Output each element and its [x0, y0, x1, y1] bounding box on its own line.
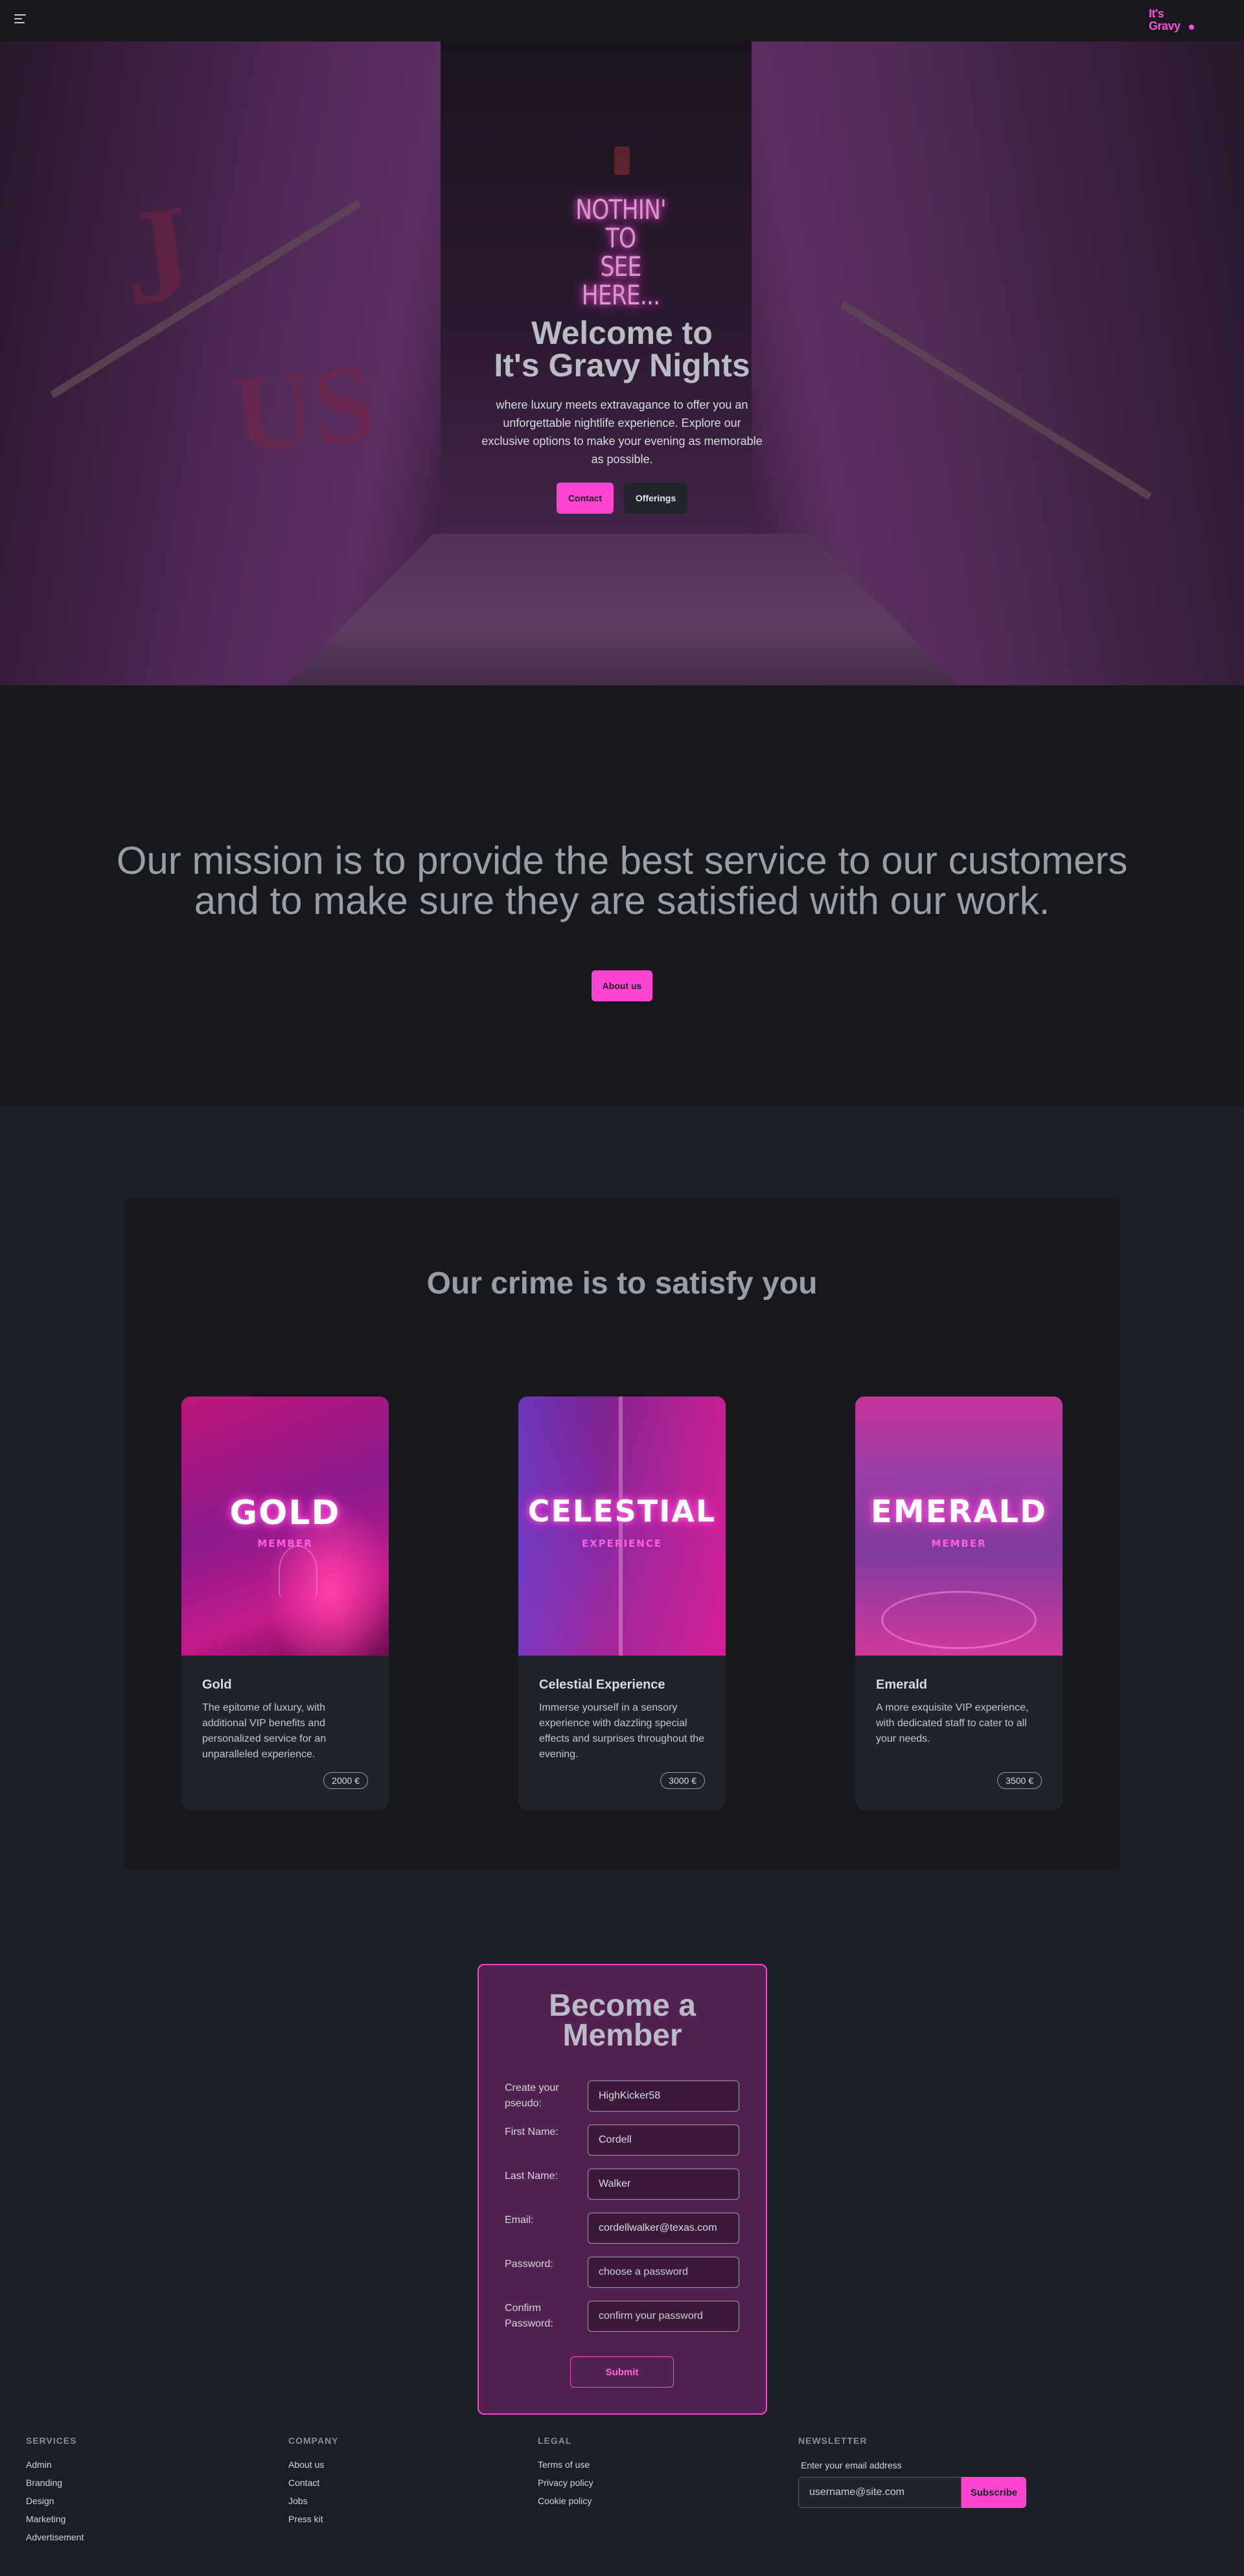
- card-body: Emerald A more exquisite VIP experience,…: [855, 1656, 1063, 1747]
- card-image-subtitle: MEMBER: [931, 1538, 987, 1549]
- last-name-input[interactable]: [588, 2169, 739, 2200]
- offer-card-gold[interactable]: GOLD MEMBER Gold The epitome of luxury, …: [181, 1396, 389, 1810]
- card-name: Emerald: [876, 1678, 927, 1692]
- logo-dot: [1189, 25, 1194, 30]
- logo[interactable]: It's Gravy: [1149, 8, 1201, 35]
- newsletter-label: Enter your email address: [801, 2460, 902, 2470]
- price-badge: 3500 €: [997, 1772, 1042, 1789]
- card-image-title: CELESTIAL: [527, 1494, 717, 1529]
- member-form: Become a Member Create your pseudo: Firs…: [478, 1964, 767, 2415]
- offer-card-celestial[interactable]: CELESTIAL EXPERIENCE Celestial Experienc…: [518, 1396, 726, 1810]
- card-image-title: GOLD: [229, 1494, 341, 1533]
- stage: [881, 1591, 1037, 1649]
- hero-title-line2: It's Gravy Nights: [494, 347, 750, 383]
- mission-statement: Our mission is to provide the best servi…: [116, 839, 1128, 922]
- hero-title: Welcome to It's Gravy Nights: [428, 317, 816, 382]
- pseudo-label: Create your pseudo:: [505, 2082, 559, 2109]
- password-input[interactable]: [588, 2257, 739, 2288]
- contact-button[interactable]: Contact: [557, 483, 614, 514]
- card-image: GOLD MEMBER: [181, 1396, 389, 1656]
- card-image-subtitle: MEMBER: [257, 1538, 313, 1549]
- member-form-title: Become a Member: [479, 1990, 766, 2053]
- footer-link-design[interactable]: Design: [26, 2496, 84, 2506]
- last-name-label: Last Name:: [505, 2171, 558, 2182]
- card-body: Gold The epitome of luxury, with additio…: [181, 1656, 389, 1762]
- confirm-password-label: Confirm Password:: [505, 2303, 553, 2329]
- first-name-label: First Name:: [505, 2126, 559, 2137]
- newsletter-email-input[interactable]: [798, 2477, 962, 2508]
- footer-link-cookie[interactable]: Cookie policy: [538, 2496, 593, 2506]
- cocktail-glass: [279, 1545, 317, 1597]
- footer-heading: LEGAL: [538, 2435, 572, 2446]
- footer: SERVICES Admin Branding Design Marketing…: [0, 2435, 1244, 2576]
- hero-content: Welcome to It's Gravy Nights where luxur…: [428, 317, 816, 514]
- footer-link-advertisement[interactable]: Advertisement: [26, 2533, 84, 2542]
- card-name: Gold: [202, 1678, 232, 1692]
- offerings-container: Our crime is to satisfy you GOLD MEMBER …: [124, 1198, 1120, 1869]
- email-label: Email:: [505, 2215, 534, 2226]
- newsletter-row: Subscribe: [798, 2477, 1026, 2508]
- footer-company: COMPANY About us Contact Jobs Press kit: [288, 2435, 339, 2524]
- confirm-password-input[interactable]: [588, 2301, 739, 2332]
- footer-link-jobs[interactable]: Jobs: [288, 2496, 339, 2506]
- first-name-input[interactable]: [588, 2125, 739, 2156]
- card-image: EMERALD MEMBER: [855, 1396, 1063, 1656]
- member-title-line2: Member: [562, 2018, 682, 2053]
- card-image: CELESTIAL EXPERIENCE: [518, 1396, 726, 1656]
- footer-link-admin[interactable]: Admin: [26, 2460, 84, 2470]
- hero-buttons: Contact Offerings: [428, 483, 816, 514]
- footer-heading: COMPANY: [288, 2435, 339, 2446]
- card-description: The epitome of luxury, with additional V…: [202, 1702, 327, 1760]
- card-name: Celestial Experience: [539, 1678, 665, 1692]
- pseudo-input[interactable]: [588, 2080, 739, 2112]
- subscribe-button[interactable]: Subscribe: [962, 2477, 1026, 2508]
- hero-section: J US NOTHIN' TO SEE HERE... Welcome to I…: [0, 41, 1244, 685]
- hamburger-menu-icon[interactable]: [14, 14, 29, 27]
- footer-link-press-kit[interactable]: Press kit: [288, 2514, 339, 2524]
- card-description: A more exquisite VIP experience, with de…: [876, 1702, 1029, 1744]
- logo-line1: It's: [1149, 7, 1164, 20]
- footer-newsletter: NEWSLETTER Enter your email address Subs…: [798, 2435, 1026, 2508]
- card-image-title: EMERALD: [871, 1494, 1047, 1530]
- footer-link-contact[interactable]: Contact: [288, 2478, 339, 2488]
- offer-card-emerald[interactable]: EMERALD MEMBER Emerald A more exquisite …: [855, 1396, 1063, 1810]
- footer-link-branding[interactable]: Branding: [26, 2478, 84, 2488]
- offerings-title: Our crime is to satisfy you: [426, 1266, 818, 1301]
- footer-services: SERVICES Admin Branding Design Marketing…: [26, 2435, 84, 2542]
- navbar: It's Gravy: [0, 0, 1244, 41]
- password-label: Password:: [505, 2259, 553, 2270]
- footer-heading: NEWSLETTER: [798, 2435, 868, 2446]
- mission-section: Our mission is to provide the best servi…: [0, 685, 1244, 1106]
- price-badge: 2000 €: [323, 1772, 368, 1789]
- footer-legal: LEGAL Terms of use Privacy policy Cookie…: [538, 2435, 593, 2506]
- submit-button[interactable]: Submit: [570, 2356, 674, 2388]
- footer-heading: SERVICES: [26, 2435, 77, 2446]
- footer-link-marketing[interactable]: Marketing: [26, 2514, 84, 2524]
- footer-link-terms[interactable]: Terms of use: [538, 2460, 593, 2470]
- card-image-subtitle: EXPERIENCE: [581, 1538, 663, 1549]
- hero-description: where luxury meets extravagance to offer…: [481, 398, 763, 466]
- offerings-button[interactable]: Offerings: [624, 483, 687, 514]
- card-description: Immerse yourself in a sensory experience…: [539, 1702, 704, 1760]
- footer-link-privacy[interactable]: Privacy policy: [538, 2478, 593, 2488]
- price-badge: 3000 €: [660, 1772, 705, 1789]
- card-body: Celestial Experience Immerse yourself in…: [518, 1656, 726, 1762]
- footer-link-about-us[interactable]: About us: [288, 2460, 339, 2470]
- offerings-section: Our crime is to satisfy you GOLD MEMBER …: [0, 1106, 1244, 1961]
- about-us-button[interactable]: About us: [592, 970, 652, 1001]
- email-input[interactable]: [588, 2213, 739, 2244]
- hero-title-line1: Welcome to: [531, 315, 713, 351]
